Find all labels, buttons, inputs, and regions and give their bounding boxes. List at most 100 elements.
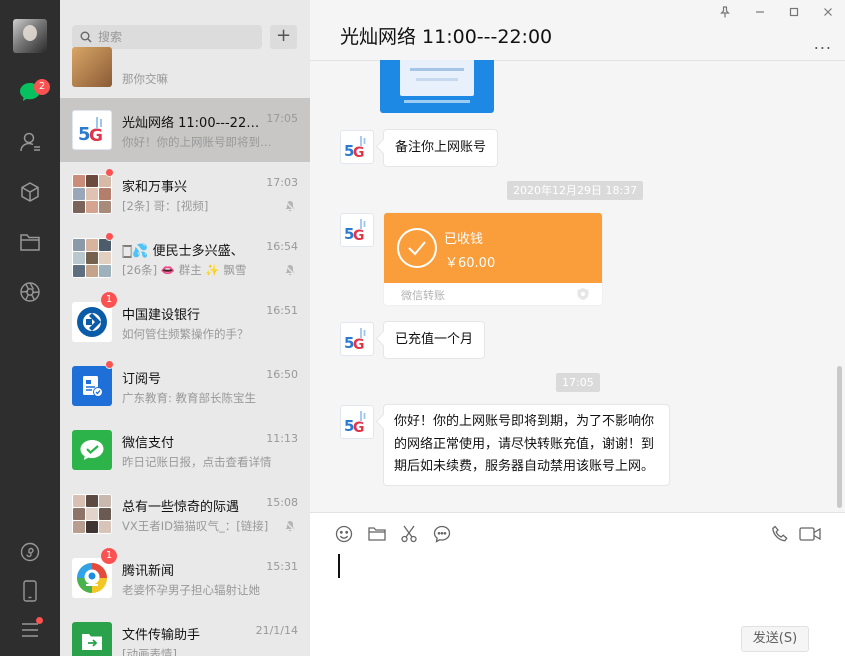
chat-preview: VX王者ID猫猫叹气_：[链接] (122, 519, 269, 533)
shield-icon (577, 288, 589, 300)
chat-preview: 昨日记账日报，点击查看详情 (122, 455, 272, 469)
svg-text:G: G (353, 145, 365, 161)
chat-name: 微信支付 (122, 436, 175, 451)
comment-icon[interactable] (432, 524, 452, 544)
conversation-list: + 那你交嘛 5G 光灿网络 11:00---22:00 17:05 你好！你的… (60, 0, 310, 656)
chat-item-jiahe[interactable]: 家和万事兴 17:03 [2条] 哥：[视频] (60, 162, 310, 226)
chat-item[interactable]: 那你交嘛 (60, 35, 310, 99)
chat-item-ccb[interactable]: 1 中国建设银行 16:51 如何管住频繁操作的手？ (60, 290, 310, 354)
svg-text:G: G (353, 228, 365, 244)
svg-text:G: G (89, 126, 103, 146)
chat-item-jingqi[interactable]: 总有一些惊奇的际遇 15:08 VX王者ID猫猫叹气_：[链接] (60, 482, 310, 546)
chat-time: 15:08 (266, 496, 298, 509)
chat-name: 腾讯新闻 (122, 564, 175, 579)
unread-dot (105, 360, 114, 369)
chat-preview: [26条] 👄 群主 ✨ 飘雪 (122, 263, 247, 277)
chat-name: 🀆💦 便民士多兴盛、 (122, 244, 244, 259)
chat-time: 21/1/14 (255, 624, 298, 637)
phone-icon[interactable] (18, 579, 42, 603)
chat-time: 16:54 (266, 240, 298, 253)
sender-avatar[interactable]: 5G (340, 130, 374, 164)
chat-avatar (72, 430, 112, 470)
chat-time: 16:50 (266, 368, 298, 381)
chat-item-wechat-pay[interactable]: 微信支付 11:13 昨日记账日报，点击查看详情 (60, 418, 310, 482)
chat-scrollbar[interactable] (837, 366, 842, 508)
transfer-amount: ￥60.00 (445, 256, 496, 271)
moments-icon[interactable] (18, 280, 42, 304)
unread-count-badge: 1 (101, 548, 117, 564)
chat-time: 15:31 (266, 560, 298, 573)
svg-text:G: G (353, 420, 365, 436)
sidebar-rail: 2 (0, 0, 60, 656)
chat-item-file-transfer[interactable]: 文件传输助手 21/1/14 [动画表情] (60, 610, 310, 656)
chat-name: 光灿网络 11:00---22:00 (122, 116, 262, 131)
user-avatar[interactable] (13, 19, 47, 53)
chat-time: 16:51 (266, 304, 298, 317)
mute-icon (284, 200, 296, 212)
message-timestamp: 2020年12月29日 18:37 (507, 181, 644, 200)
ccb-logo-icon (77, 307, 107, 337)
chat-preview: [动画表情] (122, 647, 177, 656)
chat-avatar (72, 302, 112, 342)
chat-name: 总有一些惊奇的际遇 (122, 500, 240, 515)
mute-icon (284, 264, 296, 276)
contacts-icon[interactable] (18, 130, 42, 154)
transfer-label: 微信转账 (401, 289, 445, 302)
unread-dot (105, 232, 114, 241)
mute-icon (284, 520, 296, 532)
chat-preview: 如何管住频繁操作的手？ (122, 327, 249, 341)
message-bubble[interactable]: 已充值一个月 (383, 321, 486, 359)
chat-item-subscriptions[interactable]: 订阅号 16:50 广东教育: 教育部长陈宝生 (60, 354, 310, 418)
chat-name: 家和万事兴 (122, 180, 188, 195)
message-input[interactable] (338, 553, 818, 623)
chat-avatar (72, 174, 112, 214)
chat-name: 中国建设银行 (122, 308, 201, 323)
sender-avatar[interactable]: 5G (340, 213, 374, 247)
chat-item-bianmin[interactable]: 🀆💦 便民士多兴盛、 16:54 [26条] 👄 群主 ✨ 飘雪 (60, 226, 310, 290)
unread-badge: 2 (34, 79, 50, 95)
check-circle-icon (397, 228, 437, 268)
folder-icon[interactable] (367, 524, 387, 544)
menu-dot-badge (36, 617, 43, 624)
chat-item-guangcan[interactable]: 5G 光灿网络 11:00---22:00 17:05 你好！你的上网账号即将到… (60, 98, 310, 162)
chat-preview: 你好！你的上网账号即将到期，为了不影响 (122, 135, 272, 149)
file-transfer-icon (82, 634, 102, 650)
chat-preview: 广东教育: 教育部长陈宝生 (122, 391, 257, 405)
chat-preview: [2条] 哥：[视频] (122, 199, 209, 213)
files-icon[interactable] (18, 230, 42, 254)
send-button[interactable]: 发送(S) (741, 626, 809, 652)
image-message[interactable] (380, 60, 494, 113)
chat-time: 17:03 (266, 176, 298, 189)
chat-time: 11:13 (266, 432, 298, 445)
message-timestamp: 17:05 (556, 373, 600, 392)
subscription-icon (83, 376, 103, 397)
chat-preview: 那你交嘛 (122, 72, 168, 86)
phone-call-icon[interactable] (770, 524, 790, 544)
svg-text:G: G (353, 337, 365, 353)
chat-preview: 老婆怀孕男子担心辐射让她 (122, 583, 260, 597)
sender-avatar[interactable]: 5G (340, 405, 374, 439)
chat-avatar (72, 622, 112, 656)
favorites-icon[interactable] (18, 180, 42, 204)
pin-icon[interactable] (718, 5, 732, 19)
tencent-news-icon (77, 563, 107, 593)
more-options-icon[interactable]: ... (814, 34, 832, 53)
message-bubble[interactable]: 备注你上网账号 (383, 129, 499, 167)
chat-item-tencent-news[interactable]: 1 腾讯新闻 15:31 老婆怀孕男子担心辐射让她 (60, 546, 310, 610)
sender-avatar[interactable]: 5G (340, 322, 374, 356)
chat-avatar (72, 238, 112, 278)
unread-count-badge: 1 (101, 292, 117, 308)
emoji-icon[interactable] (334, 524, 354, 544)
miniprogram-icon[interactable] (18, 540, 42, 564)
transfer-card[interactable]: 已收钱 ￥60.00 微信转账 (383, 212, 603, 306)
chat-avatar (72, 494, 112, 534)
close-icon[interactable] (821, 5, 835, 19)
scissors-icon[interactable] (399, 524, 419, 544)
unread-dot (105, 168, 114, 177)
chat-time: 17:05 (266, 112, 298, 125)
message-bubble[interactable]: 你好！你的上网账号即将到期，为了不影响你的网络正常使用，请尽快转账充值，谢谢！到… (383, 404, 670, 486)
chat-name: 订阅号 (122, 372, 162, 387)
video-call-icon[interactable] (799, 524, 821, 544)
minimize-icon[interactable] (753, 5, 767, 19)
maximize-icon[interactable] (787, 5, 801, 19)
